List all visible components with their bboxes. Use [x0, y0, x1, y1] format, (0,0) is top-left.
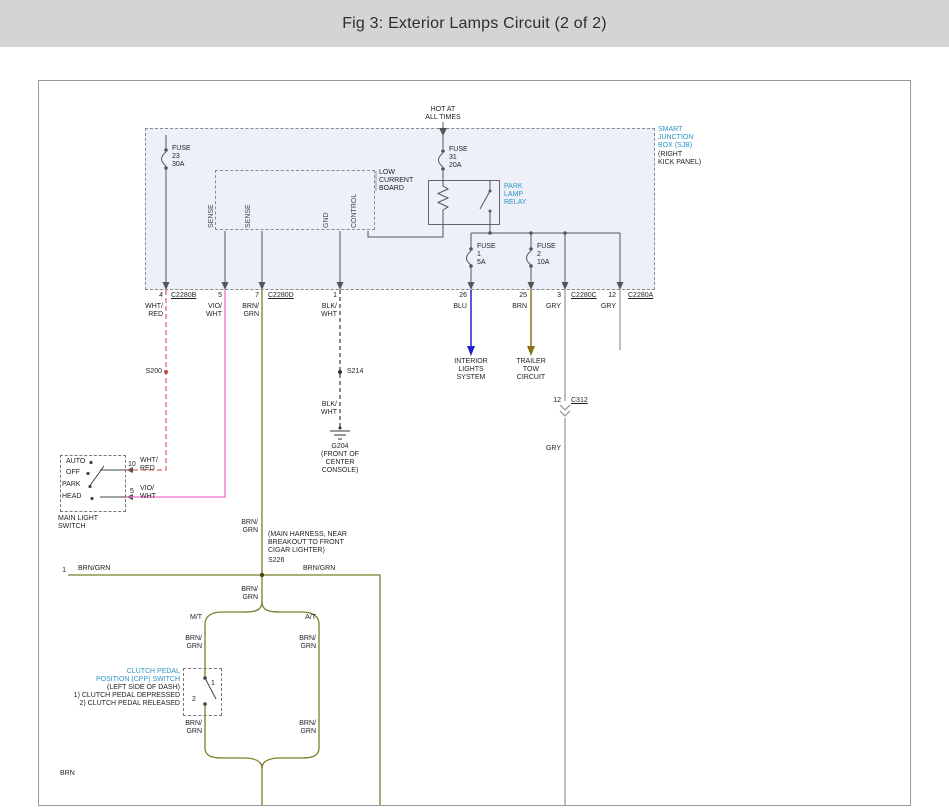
wire-gry-c2280c: [560, 290, 570, 805]
interior-lights-destination: INTERIOR LIGHTS SYSTEM: [454, 358, 487, 382]
main-light-switch-contacts: [86, 461, 93, 500]
ground-dot: [339, 427, 342, 430]
ground-symbol-g204: [330, 431, 350, 439]
connector-c2280d-label: C2280D: [268, 292, 294, 300]
pin-5-label: 5: [192, 292, 222, 300]
c312-pin-label: 12: [515, 397, 561, 405]
wire-label-brn-grn-2: BRN/ GRN: [208, 519, 258, 535]
board-pin-gnd: GND: [323, 212, 331, 228]
c312-connector-chevron: [560, 405, 570, 410]
pin-4-label: 4: [133, 292, 163, 300]
cpp-pin-1-label: 1: [211, 680, 215, 688]
wire-label-wht-red: WHT/ RED: [113, 303, 163, 319]
sjb-location-label: (RIGHT KICK PANEL): [658, 151, 701, 167]
fuse-1-label: FUSE 1 5A: [477, 243, 496, 267]
mls-pin-5-label: 5: [130, 488, 134, 496]
wire-label-brn-grn-at-upper: BRN/ GRN: [266, 635, 316, 651]
cpp-switch-title: CLUTCH PEDAL POSITION (CPP) SWITCH: [30, 668, 180, 684]
wire-label-wht-red-2: WHT/ RED: [140, 457, 158, 473]
wire-label-brn-grn-mt-upper: BRN/ GRN: [152, 635, 202, 651]
wire-label-gry-3: GRY: [515, 445, 561, 453]
splice-s226-note: (MAIN HARNESS, NEAR BREAKOUT TO FRONT CI…: [268, 531, 347, 555]
wire-label-brn-grn-inline-right: BRN/GRN: [303, 565, 335, 573]
pin-7-label: 7: [229, 292, 259, 300]
wire-label-blk-wht-2: BLK/ WHT: [287, 401, 337, 417]
relay-coil: [438, 180, 448, 225]
connector-c312-label: C312: [571, 397, 588, 405]
trailer-tow-destination: TRAILER TOW CIRCUIT: [516, 358, 546, 382]
wire-label-brn-bottom: BRN: [60, 770, 75, 778]
splice-s226-dot: [260, 573, 264, 577]
wire-label-gry-2: GRY: [566, 303, 616, 311]
splice-s214-dot: [338, 370, 342, 374]
wire-label-brn-grn-mt-lower: BRN/ GRN: [152, 720, 202, 736]
switch-position-park: PARK: [62, 481, 81, 489]
switch-position-head: HEAD: [62, 493, 81, 501]
wire-label-blk-wht: BLK/ WHT: [287, 303, 337, 319]
connector-c2280a-label: C2280A: [628, 292, 653, 300]
wire-label-brn-grn-3: BRN/ GRN: [208, 586, 258, 602]
wire-label-blu: BLU: [417, 303, 467, 311]
main-light-switch-symbol: [89, 466, 126, 497]
pin-12-label: 12: [586, 292, 616, 300]
cpp-switch-note: (LEFT SIDE OF DASH) 1) CLUTCH PEDAL DEPR…: [20, 684, 180, 708]
splice-s226-label: S226: [268, 557, 284, 565]
park-lamp-relay-label: PARK LAMP RELAY: [504, 183, 526, 207]
splice-s200-dot: [164, 370, 168, 374]
board-pin-sense-1: SENSE: [208, 204, 216, 228]
hot-at-all-times-label: HOT AT ALL TIMES: [425, 106, 460, 122]
brn-arrow: [527, 346, 535, 356]
wire-label-gry-1: GRY: [511, 303, 561, 311]
mls-pin-10-label: 10: [128, 461, 136, 469]
wire-label-vio-wht-2: VIO/ WHT: [140, 485, 156, 501]
splice-s214-label: S214: [347, 368, 363, 376]
pin-1-label: 1: [307, 292, 337, 300]
branch-mt-label: M/T: [162, 614, 202, 622]
blu-arrow: [467, 346, 475, 356]
fuse-23-label: FUSE 23 30A: [172, 145, 191, 169]
relay-switch-lever: [480, 180, 490, 209]
low-current-board-label: LOW CURRENT BOARD: [379, 169, 413, 193]
relay-control-line: [368, 225, 443, 237]
fuse-2-label: FUSE 2 10A: [537, 243, 556, 267]
pin-3-label: 3: [531, 292, 561, 300]
pin-25-label: 25: [497, 292, 527, 300]
wire-label-brn-grn-inline-left: BRN/GRN: [78, 565, 110, 573]
wire-label-brn-grn: BRN/ GRN: [209, 303, 259, 319]
board-pin-control: CONTROL: [351, 194, 359, 228]
main-light-switch-label: MAIN LIGHT SWITCH: [58, 515, 98, 531]
ground-g204-label: G204 (FRONT OF CENTER CONSOLE): [321, 443, 359, 475]
fuse-31-label: FUSE 31 20A: [449, 146, 468, 170]
page-ref-1-label: 1: [36, 567, 66, 575]
wire-label-brn-grn-at-lower: BRN/ GRN: [266, 720, 316, 736]
pin-26-label: 26: [437, 292, 467, 300]
smart-junction-box-label: SMART JUNCTION BOX (SJB): [658, 126, 693, 150]
switch-position-off: OFF: [66, 469, 80, 477]
switch-position-auto: AUTO: [66, 458, 85, 466]
board-pin-sense-2: SENSE: [245, 204, 253, 228]
branch-at-label: A/T: [276, 614, 316, 622]
splice-s200-label: S200: [112, 368, 162, 376]
cpp-pin-2-label: 2: [192, 696, 196, 704]
